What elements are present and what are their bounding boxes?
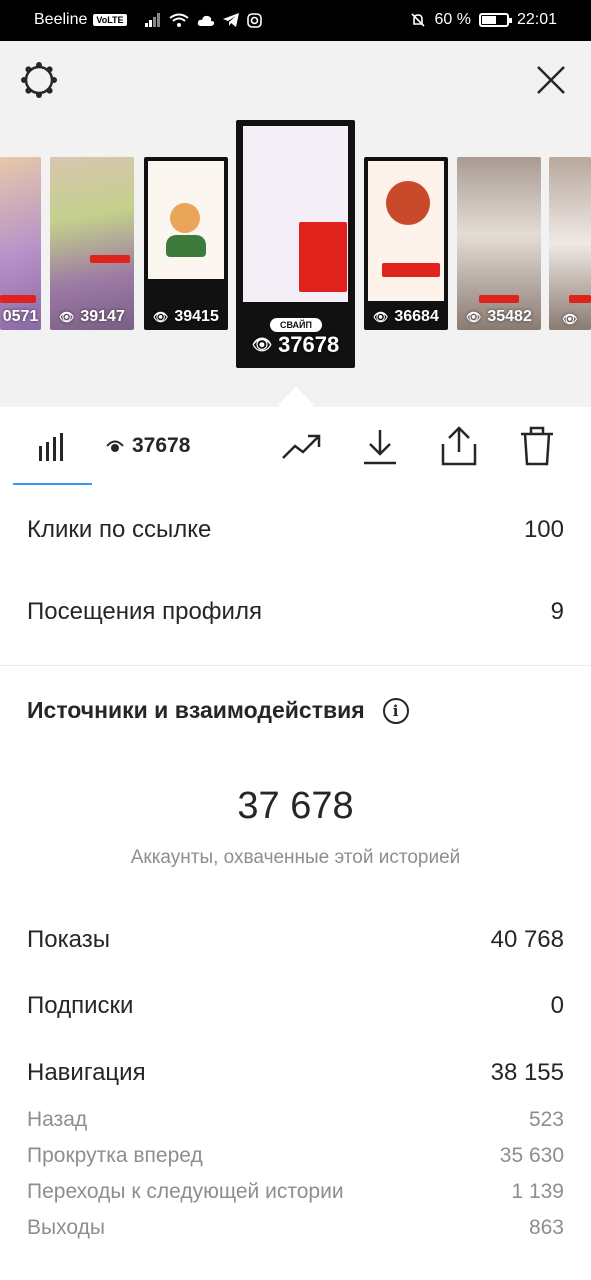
nav-detail-exits: Выходы 863 [27, 1216, 564, 1240]
detail-value: 863 [528, 1216, 564, 1239]
volte-badge: VoLTE [93, 14, 127, 26]
clock: 22:01 [516, 11, 557, 28]
trash-icon[interactable] [515, 426, 559, 466]
battery-percent: 60 % [434, 11, 471, 28]
metric-row-profile-visits: Посещения профиля 9 [27, 598, 564, 626]
nav-detail-forward: Прокрутка вперед 35 630 [27, 1144, 564, 1168]
story-thumbnail[interactable]: 👁 [549, 157, 591, 330]
views-count-tab[interactable]: 37678 [106, 434, 190, 458]
story-view-count: 👁 36684 [364, 308, 448, 326]
status-right: 60 % 22:01 [410, 11, 557, 29]
story-view-count: 👁 [549, 312, 591, 326]
eye-icon: 👁 [251, 337, 273, 354]
detail-label: Переходы к следующей истории [27, 1180, 344, 1203]
story-view-count: 👁 39147 [50, 308, 134, 326]
reach-label: Аккаунты, охваченные этой историей [130, 847, 461, 868]
detail-label: Прокрутка вперед [27, 1144, 203, 1167]
story-tag [479, 295, 519, 303]
wifi-icon [168, 13, 189, 27]
metric-row-follows: Подписки 0 [27, 992, 564, 1020]
metric-value: 100 [523, 516, 564, 543]
metric-label: Показы [27, 926, 110, 953]
story-view-count: 👁 35482 [457, 308, 541, 326]
story-preview [243, 126, 348, 302]
battery-fill [481, 16, 497, 24]
detail-value: 35 630 [499, 1144, 564, 1167]
status-left: Beeline VoLTE [34, 11, 262, 29]
reach-value: 37 678 [237, 785, 354, 827]
metric-label: Посещения профиля [27, 598, 262, 625]
active-tab-indicator [13, 483, 92, 485]
section-title-text: Источники и взаимодействия [27, 697, 365, 723]
story-thumbnail[interactable]: 👁 39415 [144, 157, 228, 330]
story-thumbnail[interactable]: 👁 35482 [457, 157, 541, 330]
metric-value: 9 [550, 598, 564, 625]
bar-chart-icon[interactable] [37, 432, 67, 462]
story-promo-tag [382, 263, 440, 277]
battery-icon [478, 13, 512, 27]
metric-value: 38 155 [490, 1059, 564, 1086]
story-count-value: 36684 [394, 308, 439, 325]
status-bar: Beeline VoLTE 60 % 22:01 [0, 0, 591, 41]
story-count-value: 37678 [278, 332, 340, 357]
detail-label: Назад [27, 1108, 88, 1131]
telegram-icon [222, 13, 239, 27]
metric-value: 40 768 [490, 926, 564, 953]
views-count: 37678 [132, 434, 191, 457]
status-icons [144, 12, 262, 28]
detail-value: 523 [528, 1108, 564, 1131]
story-thumbnail-selected[interactable]: СВАЙП 👁 37678 [236, 120, 355, 368]
story-tag [569, 295, 591, 303]
metric-label: Навигация [27, 1059, 146, 1086]
eye-icon: 👁 [373, 310, 389, 324]
story-thumbnail[interactable]: 👁 36684 [364, 157, 448, 330]
carrier-name: Beeline [34, 11, 88, 28]
eye-icon [106, 440, 124, 452]
metric-label: Клики по ссылке [27, 516, 212, 543]
story-preview [368, 161, 444, 301]
metric-row-navigation: Навигация 38 155 [27, 1059, 564, 1087]
story-red-note [299, 222, 347, 292]
nav-detail-back: Назад 523 [27, 1108, 564, 1132]
metric-label: Подписки [27, 992, 134, 1019]
info-icon[interactable]: i [382, 697, 409, 724]
detail-value: 1 139 [511, 1180, 564, 1203]
section-divider [0, 665, 591, 666]
metric-row-impressions: Показы 40 768 [27, 926, 564, 954]
story-count-value: 39147 [80, 308, 125, 325]
download-icon[interactable] [358, 426, 402, 466]
eye-icon: 👁 [466, 310, 482, 324]
illustration [386, 181, 430, 225]
metric-value: 0 [550, 992, 564, 1019]
eye-icon: 👁 [153, 310, 169, 324]
story-count-value: 39415 [174, 308, 219, 325]
metric-row-link-clicks: Клики по ссылке 100 [27, 516, 564, 544]
instagram-icon [246, 12, 262, 28]
mute-bell-icon [411, 13, 426, 27]
section-title: Источники и взаимодействия i [27, 697, 409, 724]
story-thumbnail[interactable]: 0571 [0, 157, 41, 330]
story-thumbnail[interactable]: 👁 39147 [50, 157, 134, 330]
signal-icon [144, 13, 160, 27]
story-promo-tag [90, 255, 130, 263]
story-view-count: 0571 [2, 308, 39, 325]
nav-detail-next-story: Переходы к следующей истории 1 139 [27, 1180, 564, 1204]
eye-icon: 👁 [59, 310, 75, 324]
cloud-icon [197, 15, 214, 26]
story-count-value: 35482 [487, 308, 532, 325]
settings-icon[interactable] [18, 59, 60, 101]
story-tag [0, 295, 36, 303]
story-preview [148, 161, 224, 279]
close-icon[interactable] [530, 59, 572, 101]
story-view-count: 👁 37678 [236, 332, 355, 358]
share-icon[interactable] [437, 426, 481, 466]
swipe-label: СВАЙП [270, 318, 322, 332]
story-view-count: 👁 39415 [144, 308, 228, 326]
trending-icon[interactable] [280, 426, 324, 466]
detail-label: Выходы [27, 1216, 105, 1239]
eye-icon: 👁 [562, 312, 578, 326]
